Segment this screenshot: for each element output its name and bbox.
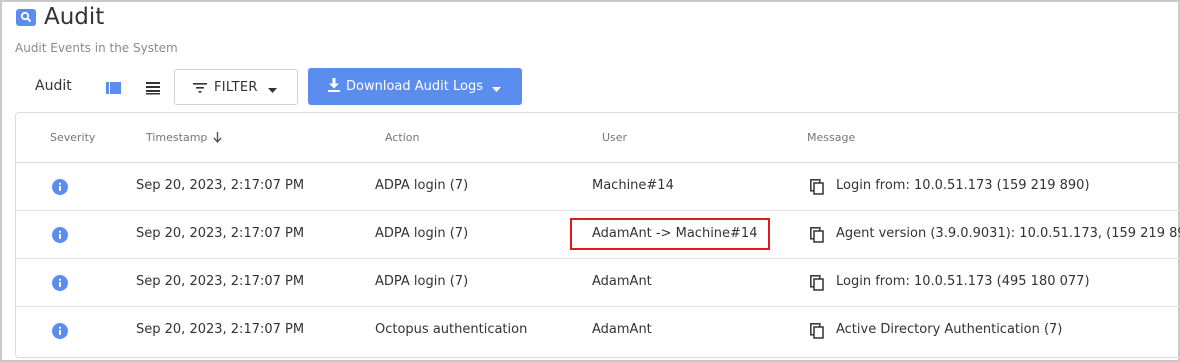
table-row[interactable]: Sep 20, 2023, 2:17:07 PM Octopus authent… xyxy=(16,307,1180,355)
action-cell: Octopus authentication xyxy=(375,322,528,337)
column-header-timestamp[interactable]: Timestamp xyxy=(146,131,222,144)
toolbar-label: Audit xyxy=(35,78,72,94)
filter-button[interactable]: FILTER xyxy=(174,69,298,105)
message-cell: Login from: 10.0.51.173 (159 219 890) xyxy=(836,178,1090,193)
table-header: Severity Timestamp Action User Message xyxy=(16,113,1180,163)
filter-icon xyxy=(193,78,207,97)
message-cell: Agent version (3.9.0.9031): 10.0.51.173,… xyxy=(836,226,1180,241)
copy-icon[interactable] xyxy=(810,275,824,291)
download-audit-logs-button[interactable]: Download Audit Logs xyxy=(308,68,522,105)
column-header-severity[interactable]: Severity xyxy=(50,131,95,144)
page-subtitle: Audit Events in the System xyxy=(15,41,178,55)
info-icon xyxy=(52,227,68,243)
user-cell: AdamAnt xyxy=(592,322,652,337)
page-header: Audit xyxy=(16,4,104,30)
table-row[interactable]: Sep 20, 2023, 2:17:07 PM ADPA login (7) … xyxy=(16,211,1180,259)
user-cell: Machine#14 xyxy=(592,178,674,193)
chevron-down-icon xyxy=(267,78,277,97)
list-view-icon[interactable] xyxy=(146,80,162,95)
page-title: Audit xyxy=(44,4,105,30)
copy-icon[interactable] xyxy=(810,323,824,339)
audit-table: Severity Timestamp Action User Message S… xyxy=(15,112,1180,358)
column-header-user[interactable]: User xyxy=(602,131,627,144)
copy-icon[interactable] xyxy=(810,179,824,195)
message-cell: Login from: 10.0.51.173 (495 180 077) xyxy=(836,274,1090,289)
table-row[interactable]: Sep 20, 2023, 2:17:07 PM ADPA login (7) … xyxy=(16,163,1180,211)
copy-icon[interactable] xyxy=(810,227,824,243)
column-header-message[interactable]: Message xyxy=(807,131,855,144)
chevron-down-icon xyxy=(491,77,501,96)
timestamp-cell: Sep 20, 2023, 2:17:07 PM xyxy=(136,226,305,241)
user-cell: AdamAnt xyxy=(592,274,652,289)
search-icon xyxy=(16,8,36,26)
action-cell: ADPA login (7) xyxy=(375,178,469,193)
table-row[interactable]: Sep 20, 2023, 2:17:07 PM ADPA login (7) … xyxy=(16,259,1180,307)
card-view-icon[interactable] xyxy=(106,80,122,94)
download-icon xyxy=(328,77,340,96)
filter-label: FILTER xyxy=(214,79,258,95)
timestamp-cell: Sep 20, 2023, 2:17:07 PM xyxy=(136,274,305,289)
user-cell: AdamAnt -> Machine#14 xyxy=(592,226,758,241)
info-icon xyxy=(52,179,68,195)
info-icon xyxy=(52,323,68,339)
action-cell: ADPA login (7) xyxy=(375,226,469,241)
info-icon xyxy=(52,275,68,291)
column-header-timestamp-label: Timestamp xyxy=(146,131,208,144)
message-cell: Active Directory Authentication (7) xyxy=(836,322,1063,337)
column-header-action[interactable]: Action xyxy=(385,131,419,144)
action-cell: ADPA login (7) xyxy=(375,274,469,289)
download-label: Download Audit Logs xyxy=(346,79,483,94)
arrow-down-icon xyxy=(213,132,222,143)
timestamp-cell: Sep 20, 2023, 2:17:07 PM xyxy=(136,322,305,337)
timestamp-cell: Sep 20, 2023, 2:17:07 PM xyxy=(136,178,305,193)
